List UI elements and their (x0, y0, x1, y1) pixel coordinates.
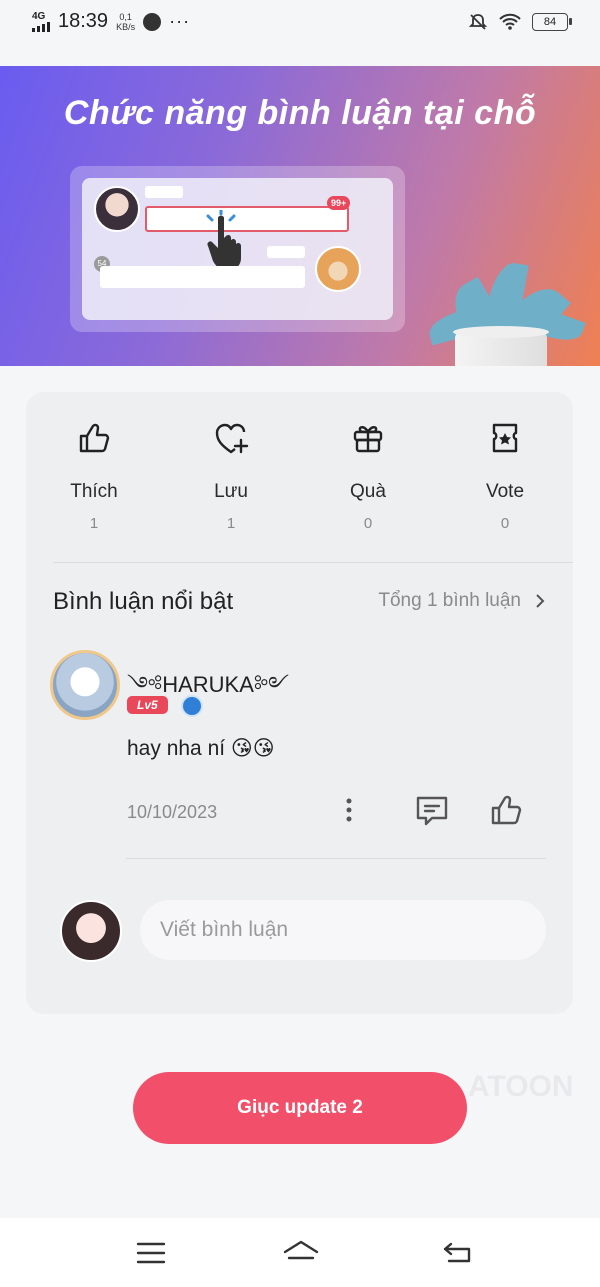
home-icon[interactable] (282, 1238, 320, 1268)
vote-ticket-icon (492, 423, 518, 453)
more-options-icon[interactable] (342, 796, 356, 824)
reply-comment-icon[interactable] (414, 794, 450, 828)
comment-text: hay nha ní 😘😘 (127, 737, 275, 760)
app-notification-icon (143, 12, 162, 31)
clock: 18:39 (58, 10, 109, 32)
chevron-right-icon (536, 594, 545, 608)
menu-icon[interactable] (134, 1238, 168, 1268)
comment-input[interactable]: Viết bình luận (140, 900, 546, 960)
verified-badge-icon (181, 695, 203, 717)
save-stat[interactable]: Lưu 1 (171, 420, 291, 532)
save-label: Lưu (214, 481, 248, 502)
network-type: 4G (32, 10, 46, 22)
signal-icon: 4G (32, 10, 50, 32)
hand-pointer-icon (206, 210, 241, 270)
story-interaction-card: Thích 1 Lưu 1 Quà 0 Vote 0 Bình luận nổi… (26, 392, 573, 1014)
vote-stat[interactable]: Vote 0 (445, 420, 565, 532)
illustration-avatar (94, 186, 140, 232)
like-comment-icon[interactable] (488, 792, 524, 828)
save-count: 1 (226, 515, 236, 532)
status-bar: 4G 18:39 0,1 KB/s ··· 84 (0, 0, 600, 48)
level-badge: Lv5 (127, 696, 168, 714)
banner-illustration: 99+ 54 (70, 166, 405, 332)
watermark: ATOON (468, 1070, 574, 1103)
like-stat[interactable]: Thích 1 (34, 420, 154, 532)
commenter-username: HARUKA (162, 672, 254, 697)
featured-comments-title: Bình luận nổi bật (53, 588, 234, 615)
my-avatar (60, 900, 122, 962)
more-notifications-dots: ··· (169, 11, 191, 31)
gift-icon (353, 426, 383, 453)
name-decoration-left: ༺ (127, 672, 163, 697)
bell-muted-icon (468, 14, 488, 30)
vote-count: 0 (500, 515, 510, 532)
battery-indicator: 84 (532, 13, 572, 31)
system-nav-bar (0, 1218, 600, 1287)
commenter-avatar[interactable] (50, 650, 120, 720)
thumbs-up-icon (79, 423, 110, 453)
gift-count: 0 (363, 515, 373, 532)
illustration-avatar-dog (315, 246, 361, 292)
network-speed: 0,1 KB/s (116, 11, 136, 32)
total-comments-link[interactable]: Tổng 1 bình luận (378, 590, 545, 612)
heart-plus-icon (215, 423, 249, 454)
gift-label: Quà (350, 481, 386, 502)
divider (53, 562, 573, 563)
total-comments-label: Tổng 1 bình luận (378, 590, 521, 611)
wifi-icon (499, 13, 521, 30)
request-update-button[interactable]: Giục update 2 (133, 1072, 467, 1144)
feature-banner[interactable]: Chức năng bình luận tại chỗ 99+ 54 (0, 66, 600, 366)
gift-stat[interactable]: Quà 0 (308, 420, 428, 532)
illustration-badge: 99+ (327, 196, 351, 210)
plant-illustration (418, 252, 588, 366)
stats-row: Thích 1 Lưu 1 Quà 0 Vote 0 (26, 392, 573, 562)
banner-title: Chức năng bình luận tại chỗ (63, 94, 537, 132)
vote-label: Vote (485, 481, 525, 502)
divider (126, 858, 546, 859)
like-count: 1 (89, 515, 99, 532)
name-decoration-right: ༻ (253, 672, 290, 697)
back-icon[interactable] (441, 1238, 475, 1268)
comment-date: 10/10/2023 (127, 802, 218, 822)
like-label: Thích (70, 481, 118, 502)
